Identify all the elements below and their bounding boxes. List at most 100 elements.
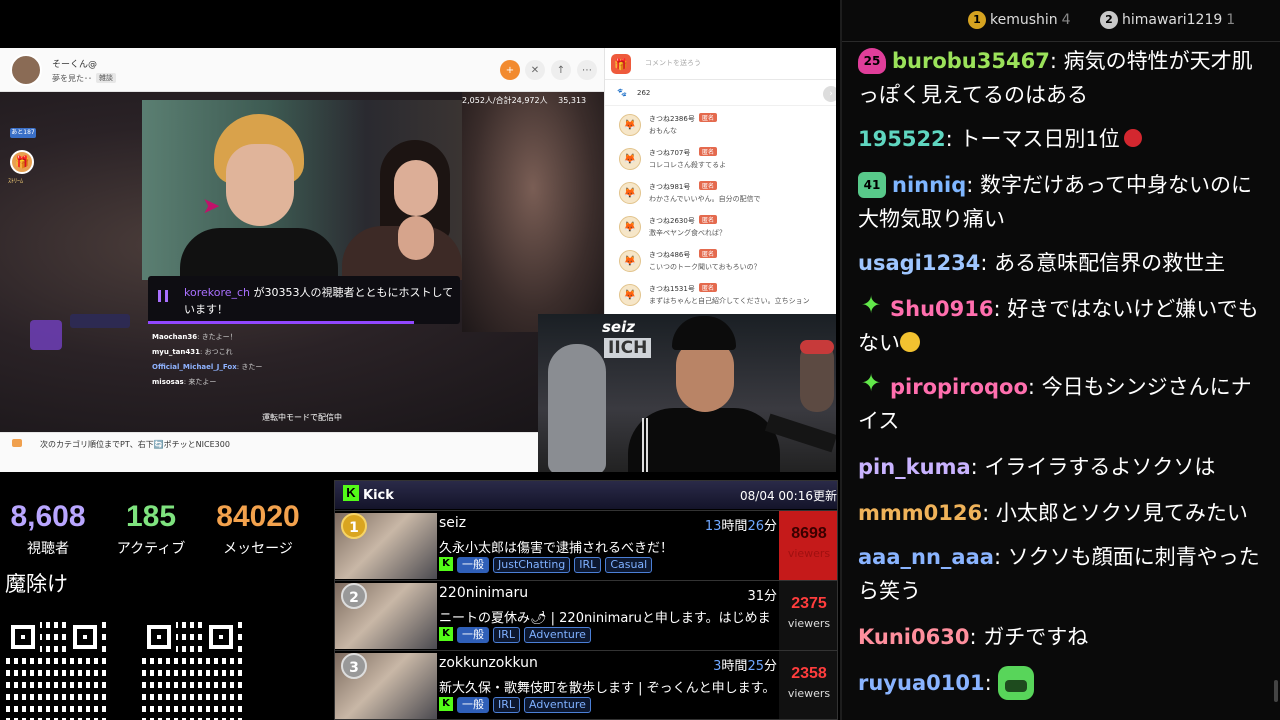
streamer-face — [676, 340, 734, 412]
chat-message: 41 ninniq: 数字だけあって中身ないのに大物気取り痛い — [858, 172, 1252, 231]
stream-footer: 次のカテゴリ順位までPT、右下🔄ポチッとNICE300 — [0, 432, 604, 472]
chat-message: aaa_nn_aaa: ソクソも顔面に刺青やったら笑う — [858, 545, 1260, 603]
ranking-row[interactable]: 3 zokkunzokkun 3時間25分 新大久保・歌舞伎町を散歩します | … — [335, 650, 837, 719]
stream-panel: そーくん@ 夢を見た･･ 雑談 + ✕ ↑ ⋯ ➤ 2,052人/合計24,97… — [0, 48, 604, 472]
stat-value: 8,608 — [10, 500, 86, 533]
kick-ranking: K Kick 08/04 00:16更新 1 seiz 13時間26分 久永小太… — [334, 480, 838, 720]
ranking-row[interactable]: 2 220ninimaru 31分 ニートの夏休み🌶 | 220ninimaru… — [335, 580, 837, 651]
host-channel[interactable]: korekore_ch — [184, 286, 250, 299]
chat-user[interactable]: Kuni0630 — [858, 625, 969, 649]
mini-chat-line: myu_tan431: おつこれ — [152, 348, 233, 356]
more-icon[interactable]: ⋯ — [577, 60, 597, 80]
tag-general[interactable]: 一般 — [457, 557, 489, 573]
overlay-widget — [70, 314, 130, 328]
top-chatter[interactable]: 2 himawari1219 1 — [1100, 11, 1235, 29]
tag[interactable]: IRL — [493, 627, 521, 643]
tag-list: K 一般 IRL Adventure — [439, 627, 591, 643]
chat-user[interactable]: pin_kuma — [858, 455, 971, 479]
fox-avatar-icon: 🦊 — [619, 250, 641, 272]
chat-user[interactable]: burobu35467 — [892, 49, 1050, 73]
chat-panel: 1 kemushin 4 2 himawari1219 1 25 burobu35… — [840, 0, 1280, 720]
tag-general[interactable]: 一般 — [457, 697, 489, 713]
top-chatter[interactable]: 1 kemushin 4 — [968, 11, 1071, 29]
chevron-right-icon[interactable]: › — [823, 86, 836, 102]
mini-chat-user: myu_tan431 — [152, 348, 201, 356]
streamer-name[interactable]: そーくん@ — [52, 57, 97, 70]
chat-message: mmm0126: 小太郎とソクソ見てみたい — [858, 501, 1248, 525]
minutes-unit: 分 — [763, 659, 777, 674]
jacket-stripes — [642, 418, 648, 472]
minutes: 26 — [747, 519, 764, 534]
tag[interactable]: JustChatting — [493, 557, 571, 573]
chat-user[interactable]: mmm0126 — [858, 501, 982, 525]
stat-viewers: 8,608 視聴者 — [0, 500, 103, 558]
comment-text: おもんな — [649, 127, 677, 135]
stream-title: 新大久保・歌舞伎町を散歩します | ぞっくんと申します。 — [439, 681, 776, 696]
viewer-count: 2358 — [791, 665, 827, 682]
ranking-row[interactable]: 1 seiz 13時間26分 久永小太郎は傷害で逮捕されるべきだ！ K 一般 J… — [335, 510, 837, 581]
tag-general[interactable]: 一般 — [457, 627, 489, 643]
host-notice: korekore_ch が30353人の視聴者とともにホストしています！ — [148, 276, 460, 324]
kick-chip-icon: K — [439, 557, 453, 571]
fox-avatar-icon: 🦊 — [619, 182, 641, 204]
top-chatter-name: himawari1219 — [1122, 12, 1223, 28]
chat-user[interactable]: aaa_nn_aaa — [858, 545, 994, 569]
chat-user[interactable]: ninniq — [892, 173, 966, 197]
sparkle-icon: ✦ — [860, 369, 882, 397]
chat-message: 195522: トーマス日別1位 — [858, 122, 1268, 156]
anonymous-badge: 匿名 — [699, 283, 718, 292]
stream-duration: 13時間26分 — [705, 515, 777, 534]
chat-text: トーマス日別1位 — [959, 127, 1120, 151]
chat-user[interactable]: usagi1234 — [858, 251, 980, 275]
tag[interactable]: Adventure — [524, 627, 591, 643]
mute-icon[interactable]: ✕ — [525, 60, 545, 80]
gift-icon[interactable]: 🎁 — [10, 150, 34, 174]
tag[interactable]: IRL — [493, 697, 521, 713]
gold-medal-icon: 1 — [968, 11, 986, 29]
rank-number: 1 — [341, 513, 367, 539]
chat-user[interactable]: piropiroqoo — [890, 375, 1028, 399]
chat-scrollbar[interactable] — [1274, 680, 1278, 702]
hours-unit: 時間 — [721, 659, 748, 674]
share-icon[interactable]: ↑ — [551, 60, 571, 80]
hours: 13 — [704, 519, 722, 534]
person-body — [180, 228, 338, 280]
chat-user[interactable]: ruyua0101 — [858, 671, 985, 695]
stream-title: 久永小太郎は傷害で逮捕されるべきだ！ — [439, 541, 674, 556]
comment-user: きつね2386号 — [649, 115, 695, 123]
channel-name[interactable]: zokkunzokkun — [439, 655, 538, 671]
person-face — [394, 160, 438, 216]
amulet-label: 魔除け — [5, 572, 68, 596]
tag[interactable]: Casual — [605, 557, 653, 573]
webcam-sign: seiz — [602, 318, 635, 336]
chat-text: ある意味配信界の救世主 — [994, 251, 1226, 275]
comment-user: きつね981号 — [649, 183, 691, 191]
chat-user[interactable]: Shu0916 — [890, 297, 993, 321]
mini-chat-text: おつこれ — [204, 348, 233, 356]
stream-tag[interactable]: 雑談 — [96, 73, 116, 83]
viewer-box: 2358 viewers — [779, 651, 837, 719]
tag[interactable]: Adventure — [524, 697, 591, 713]
comment-input[interactable]: コメントを送ろう — [645, 58, 701, 68]
gift-icon[interactable]: 🎁 — [611, 54, 631, 74]
viewer-label: viewers — [787, 687, 831, 700]
channel-name[interactable]: seiz — [439, 515, 466, 531]
shark-plush — [548, 344, 606, 472]
viewer-count: 2,052人/合計24,972人 — [462, 96, 548, 105]
rank-number: 2 — [341, 583, 367, 609]
platform-name: Kick — [363, 488, 394, 503]
chat-user[interactable]: 195522 — [858, 127, 946, 151]
qr-code — [138, 616, 242, 720]
tag[interactable]: IRL — [574, 557, 602, 573]
kick-logo-icon: K — [343, 485, 359, 501]
follow-icon[interactable]: + — [500, 60, 520, 80]
minutes-unit: 分 — [763, 519, 777, 534]
anonymous-badge: 匿名 — [699, 249, 718, 258]
chat-text: ガチですね — [983, 625, 1089, 649]
viewer-count: 8698 — [791, 525, 827, 542]
mini-chat-line: misosas: 来たよー — [152, 378, 217, 386]
streamer-avatar[interactable] — [10, 54, 42, 86]
comment-item: 🦊 きつね1531号 匿名 まずはちゃんと自己紹介してください。立ちション — [619, 282, 833, 314]
channel-name[interactable]: 220ninimaru — [439, 585, 528, 601]
video-player[interactable]: ➤ 2,052人/合計24,972人 35,313 あと187 🎁 ｽﾄﾘｰﾑ … — [0, 92, 604, 432]
